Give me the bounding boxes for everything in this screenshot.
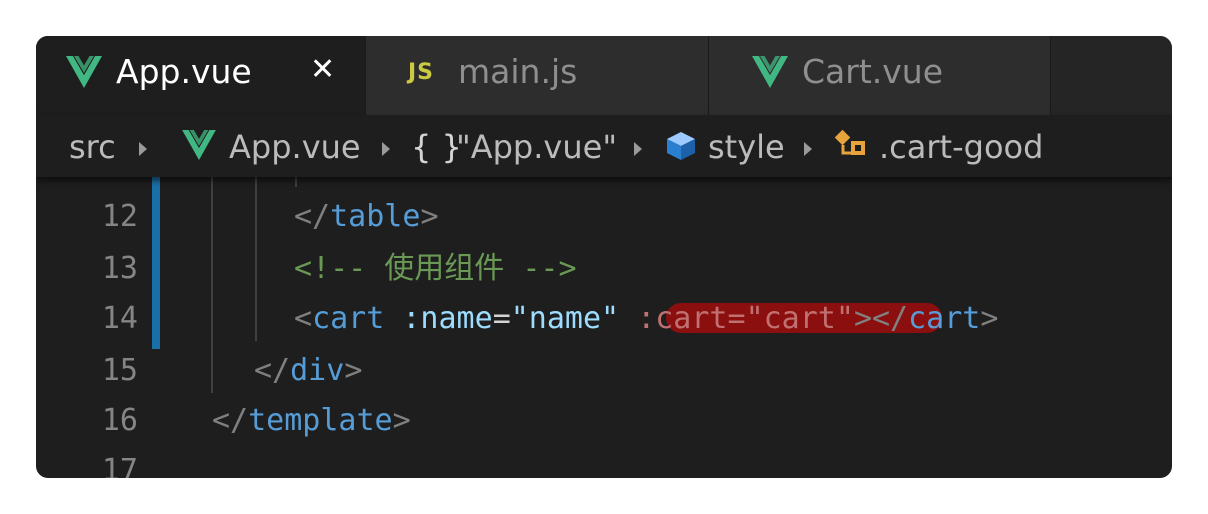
breadcrumb: src App.vue { } "App.vue" style .cart-go… (36, 115, 1172, 177)
line-number: 17 (101, 453, 138, 478)
chevron-right-icon (634, 142, 642, 156)
token: > (392, 403, 411, 438)
vue-icon (752, 56, 788, 96)
breadcrumb-component[interactable]: "App.vue" (456, 127, 617, 167)
tab-cart-vue[interactable]: Cart.vue (709, 36, 1051, 115)
line-number: 12 (101, 199, 138, 234)
token: "name" (510, 301, 620, 336)
indent-guide (255, 177, 257, 341)
modified-lines-indicator (152, 177, 160, 349)
breadcrumb-src[interactable]: src (69, 127, 116, 167)
token: table (330, 199, 421, 234)
token: </ (294, 199, 331, 234)
js-icon: JS (408, 60, 435, 85)
tab-label: main.js (458, 52, 578, 91)
tab-main-js[interactable]: JS main.js (366, 36, 709, 115)
token: :name (402, 301, 493, 336)
error-token: "cart" (745, 301, 854, 336)
line-number: 16 (101, 403, 138, 438)
code-line-14: <cart :name="name" :cart="cart"></cart> (294, 299, 998, 339)
close-icon[interactable]: ✕ (310, 52, 335, 87)
cube-icon (664, 129, 698, 171)
line-number: 15 (101, 353, 138, 388)
breadcrumb-file[interactable]: App.vue (229, 127, 361, 167)
error-token: = (727, 301, 746, 336)
line-number: 14 (101, 301, 138, 336)
tab-label: Cart.vue (802, 52, 944, 91)
breadcrumb-selector[interactable]: .cart-good (879, 127, 1043, 167)
braces-icon: { } (411, 128, 462, 166)
chevron-right-icon (382, 142, 390, 156)
error-token: :cart (637, 301, 728, 336)
token: ></ (853, 301, 909, 336)
chevron-right-icon (804, 142, 812, 156)
token: > (980, 301, 999, 336)
token: cart (312, 301, 385, 336)
vue-icon (182, 130, 216, 168)
token: </ (212, 403, 249, 438)
token: </ (254, 353, 291, 388)
token: = (492, 301, 511, 336)
comment-token: <!-- 使用组件 --> (294, 251, 577, 286)
code-editor[interactable]: 12 13 14 15 16 17 </table> <!-- 使用组件 -->… (36, 177, 1172, 478)
indent-guide (295, 177, 297, 187)
tab-bar: App.vue ✕ JS main.js Cart.vue (36, 36, 1172, 115)
token: div (290, 353, 345, 388)
code-line-16: </template> (212, 401, 411, 441)
indent-guide (211, 177, 213, 393)
token: > (344, 353, 363, 388)
token: > (420, 199, 439, 234)
tab-label: App.vue (116, 52, 252, 91)
line-number: 13 (101, 251, 138, 286)
code-line-13: <!-- 使用组件 --> (294, 249, 577, 289)
breadcrumb-style[interactable]: style (708, 127, 785, 167)
selector-icon (834, 127, 872, 173)
chevron-right-icon (139, 142, 147, 156)
vue-icon (66, 56, 102, 96)
code-line-12: </table> (294, 197, 439, 237)
tab-app-vue[interactable]: App.vue ✕ (36, 36, 366, 115)
code-line-15: </div> (254, 351, 362, 391)
token: cart (908, 301, 981, 336)
token: < (294, 301, 313, 336)
editor-window: App.vue ✕ JS main.js Cart.vue src App.vu… (36, 36, 1172, 478)
token: template (248, 403, 393, 438)
